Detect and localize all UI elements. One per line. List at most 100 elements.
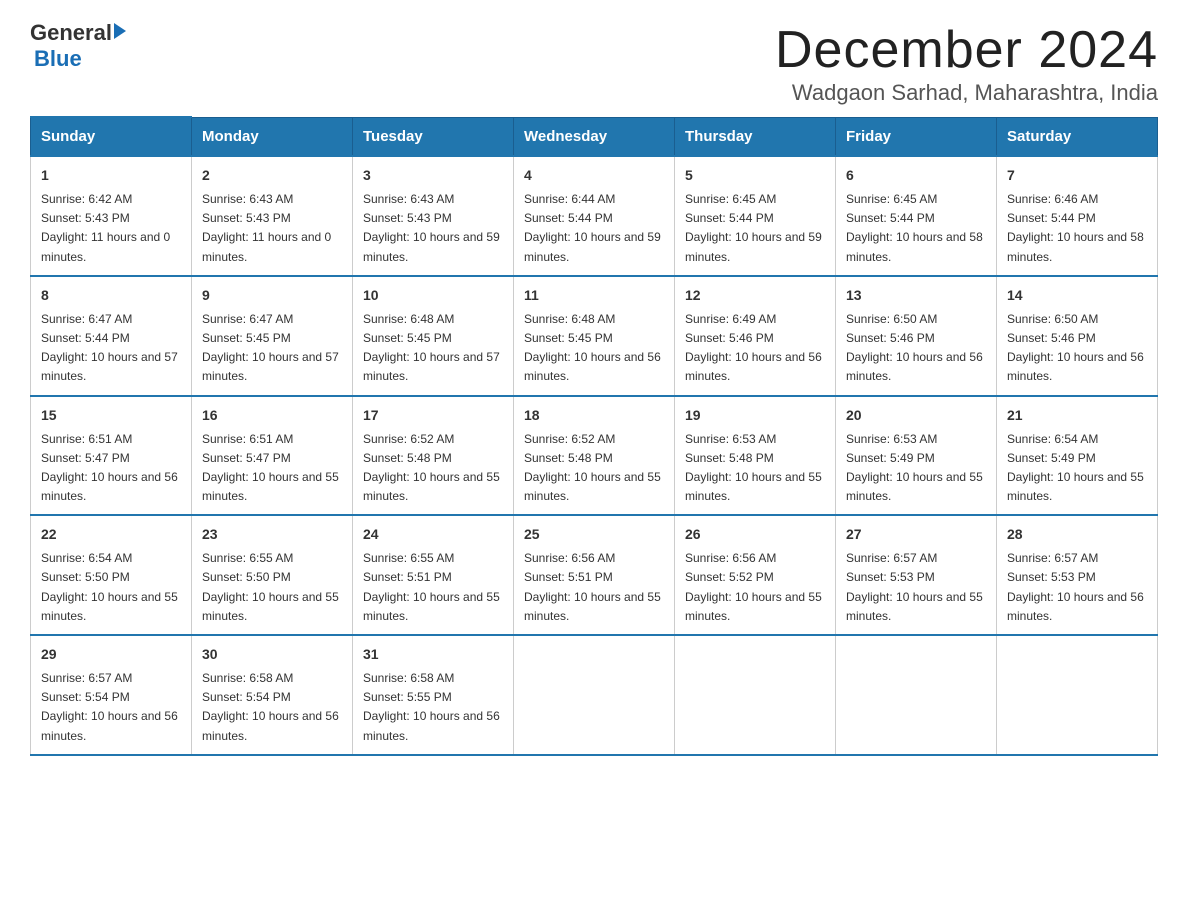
calendar-week-row: 1 Sunrise: 6:42 AMSunset: 5:43 PMDaylight… xyxy=(31,156,1158,276)
day-info: Sunrise: 6:45 AMSunset: 5:44 PMDaylight:… xyxy=(685,192,822,264)
day-number: 8 xyxy=(41,285,181,306)
day-info: Sunrise: 6:49 AMSunset: 5:46 PMDaylight:… xyxy=(685,312,822,384)
calendar-cell: 21 Sunrise: 6:54 AMSunset: 5:49 PMDayligh… xyxy=(997,396,1158,516)
calendar-cell: 31 Sunrise: 6:58 AMSunset: 5:55 PMDayligh… xyxy=(353,635,514,755)
day-number: 1 xyxy=(41,165,181,186)
day-info: Sunrise: 6:46 AMSunset: 5:44 PMDaylight:… xyxy=(1007,192,1144,264)
day-number: 22 xyxy=(41,524,181,545)
calendar-cell: 28 Sunrise: 6:57 AMSunset: 5:53 PMDayligh… xyxy=(997,515,1158,635)
day-number: 9 xyxy=(202,285,342,306)
calendar-cell: 14 Sunrise: 6:50 AMSunset: 5:46 PMDayligh… xyxy=(997,276,1158,396)
day-info: Sunrise: 6:43 AMSunset: 5:43 PMDaylight:… xyxy=(363,192,500,264)
day-info: Sunrise: 6:42 AMSunset: 5:43 PMDaylight:… xyxy=(41,192,170,264)
day-info: Sunrise: 6:53 AMSunset: 5:49 PMDaylight:… xyxy=(846,432,983,504)
day-info: Sunrise: 6:44 AMSunset: 5:44 PMDaylight:… xyxy=(524,192,661,264)
main-title: December 2024 xyxy=(775,20,1158,80)
day-number: 20 xyxy=(846,405,986,426)
day-info: Sunrise: 6:52 AMSunset: 5:48 PMDaylight:… xyxy=(363,432,500,504)
day-info: Sunrise: 6:55 AMSunset: 5:51 PMDaylight:… xyxy=(363,551,500,623)
calendar-cell: 1 Sunrise: 6:42 AMSunset: 5:43 PMDaylight… xyxy=(31,156,192,276)
calendar-week-row: 8 Sunrise: 6:47 AMSunset: 5:44 PMDaylight… xyxy=(31,276,1158,396)
day-number: 14 xyxy=(1007,285,1147,306)
calendar-cell: 27 Sunrise: 6:57 AMSunset: 5:53 PMDayligh… xyxy=(836,515,997,635)
day-info: Sunrise: 6:57 AMSunset: 5:54 PMDaylight:… xyxy=(41,671,178,743)
calendar-header-sunday: Sunday xyxy=(31,117,192,156)
day-number: 29 xyxy=(41,644,181,665)
day-info: Sunrise: 6:47 AMSunset: 5:45 PMDaylight:… xyxy=(202,312,339,384)
calendar-cell: 25Sunrise: 6:56 AMSunset: 5:51 PMDayligh… xyxy=(514,515,675,635)
calendar-cell: 11Sunrise: 6:48 AMSunset: 5:45 PMDayligh… xyxy=(514,276,675,396)
day-info: Sunrise: 6:51 AMSunset: 5:47 PMDaylight:… xyxy=(41,432,178,504)
calendar-cell: 3Sunrise: 6:43 AMSunset: 5:43 PMDaylight… xyxy=(353,156,514,276)
day-info: Sunrise: 6:53 AMSunset: 5:48 PMDaylight:… xyxy=(685,432,822,504)
day-info: Sunrise: 6:56 AMSunset: 5:52 PMDaylight:… xyxy=(685,551,822,623)
calendar-cell xyxy=(514,635,675,755)
day-info: Sunrise: 6:54 AMSunset: 5:49 PMDaylight:… xyxy=(1007,432,1144,504)
day-info: Sunrise: 6:50 AMSunset: 5:46 PMDaylight:… xyxy=(1007,312,1144,384)
page-header: General Blue December 2024 Wadgaon Sarha… xyxy=(30,20,1158,106)
day-number: 4 xyxy=(524,165,664,186)
day-info: Sunrise: 6:54 AMSunset: 5:50 PMDaylight:… xyxy=(41,551,178,623)
calendar-cell: 2 Sunrise: 6:43 AMSunset: 5:43 PMDaylight… xyxy=(192,156,353,276)
calendar-table: SundayMondayTuesdayWednesdayThursdayFrid… xyxy=(30,116,1158,756)
calendar-cell: 17Sunrise: 6:52 AMSunset: 5:48 PMDayligh… xyxy=(353,396,514,516)
day-number: 2 xyxy=(202,165,342,186)
calendar-header-wednesday: Wednesday xyxy=(514,117,675,156)
calendar-cell: 30Sunrise: 6:58 AMSunset: 5:54 PMDayligh… xyxy=(192,635,353,755)
calendar-cell: 22 Sunrise: 6:54 AMSunset: 5:50 PMDayligh… xyxy=(31,515,192,635)
title-block: December 2024 Wadgaon Sarhad, Maharashtr… xyxy=(775,20,1158,106)
day-info: Sunrise: 6:50 AMSunset: 5:46 PMDaylight:… xyxy=(846,312,983,384)
logo-general-text: General xyxy=(30,20,112,46)
calendar-cell xyxy=(836,635,997,755)
calendar-header-friday: Friday xyxy=(836,117,997,156)
calendar-cell: 6Sunrise: 6:45 AMSunset: 5:44 PMDaylight… xyxy=(836,156,997,276)
day-number: 19 xyxy=(685,405,825,426)
day-info: Sunrise: 6:57 AMSunset: 5:53 PMDaylight:… xyxy=(846,551,983,623)
day-number: 28 xyxy=(1007,524,1147,545)
calendar-cell: 8 Sunrise: 6:47 AMSunset: 5:44 PMDaylight… xyxy=(31,276,192,396)
calendar-cell xyxy=(675,635,836,755)
calendar-cell xyxy=(997,635,1158,755)
calendar-week-row: 22 Sunrise: 6:54 AMSunset: 5:50 PMDayligh… xyxy=(31,515,1158,635)
calendar-cell: 10 Sunrise: 6:48 AMSunset: 5:45 PMDayligh… xyxy=(353,276,514,396)
calendar-week-row: 29 Sunrise: 6:57 AMSunset: 5:54 PMDayligh… xyxy=(31,635,1158,755)
day-number: 10 xyxy=(363,285,503,306)
day-info: Sunrise: 6:45 AMSunset: 5:44 PMDaylight:… xyxy=(846,192,983,264)
day-info: Sunrise: 6:56 AMSunset: 5:51 PMDaylight:… xyxy=(524,551,661,623)
day-info: Sunrise: 6:43 AMSunset: 5:43 PMDaylight:… xyxy=(202,192,331,264)
day-info: Sunrise: 6:55 AMSunset: 5:50 PMDaylight:… xyxy=(202,551,339,623)
day-info: Sunrise: 6:51 AMSunset: 5:47 PMDaylight:… xyxy=(202,432,339,504)
day-info: Sunrise: 6:58 AMSunset: 5:55 PMDaylight:… xyxy=(363,671,500,743)
calendar-cell: 19 Sunrise: 6:53 AMSunset: 5:48 PMDayligh… xyxy=(675,396,836,516)
day-number: 7 xyxy=(1007,165,1147,186)
day-number: 18 xyxy=(524,405,664,426)
calendar-cell: 16Sunrise: 6:51 AMSunset: 5:47 PMDayligh… xyxy=(192,396,353,516)
calendar-header-saturday: Saturday xyxy=(997,117,1158,156)
calendar-cell: 5Sunrise: 6:45 AMSunset: 5:44 PMDaylight… xyxy=(675,156,836,276)
calendar-cell: 20 Sunrise: 6:53 AMSunset: 5:49 PMDayligh… xyxy=(836,396,997,516)
day-info: Sunrise: 6:52 AMSunset: 5:48 PMDaylight:… xyxy=(524,432,661,504)
calendar-cell: 12 Sunrise: 6:49 AMSunset: 5:46 PMDayligh… xyxy=(675,276,836,396)
day-number: 27 xyxy=(846,524,986,545)
calendar-cell: 23Sunrise: 6:55 AMSunset: 5:50 PMDayligh… xyxy=(192,515,353,635)
location-subtitle: Wadgaon Sarhad, Maharashtra, India xyxy=(775,80,1158,106)
day-number: 15 xyxy=(41,405,181,426)
day-info: Sunrise: 6:57 AMSunset: 5:53 PMDaylight:… xyxy=(1007,551,1144,623)
day-info: Sunrise: 6:58 AMSunset: 5:54 PMDaylight:… xyxy=(202,671,339,743)
calendar-header-tuesday: Tuesday xyxy=(353,117,514,156)
calendar-week-row: 15 Sunrise: 6:51 AMSunset: 5:47 PMDayligh… xyxy=(31,396,1158,516)
day-info: Sunrise: 6:48 AMSunset: 5:45 PMDaylight:… xyxy=(363,312,500,384)
logo-arrow-icon xyxy=(114,23,126,39)
calendar-cell: 24Sunrise: 6:55 AMSunset: 5:51 PMDayligh… xyxy=(353,515,514,635)
calendar-header-row: SundayMondayTuesdayWednesdayThursdayFrid… xyxy=(31,117,1158,156)
day-number: 21 xyxy=(1007,405,1147,426)
calendar-cell: 18 Sunrise: 6:52 AMSunset: 5:48 PMDayligh… xyxy=(514,396,675,516)
calendar-header-monday: Monday xyxy=(192,117,353,156)
day-info: Sunrise: 6:47 AMSunset: 5:44 PMDaylight:… xyxy=(41,312,178,384)
day-info: Sunrise: 6:48 AMSunset: 5:45 PMDaylight:… xyxy=(524,312,661,384)
calendar-cell: 13 Sunrise: 6:50 AMSunset: 5:46 PMDayligh… xyxy=(836,276,997,396)
day-number: 31 xyxy=(363,644,503,665)
day-number: 13 xyxy=(846,285,986,306)
day-number: 12 xyxy=(685,285,825,306)
calendar-cell: 26Sunrise: 6:56 AMSunset: 5:52 PMDayligh… xyxy=(675,515,836,635)
